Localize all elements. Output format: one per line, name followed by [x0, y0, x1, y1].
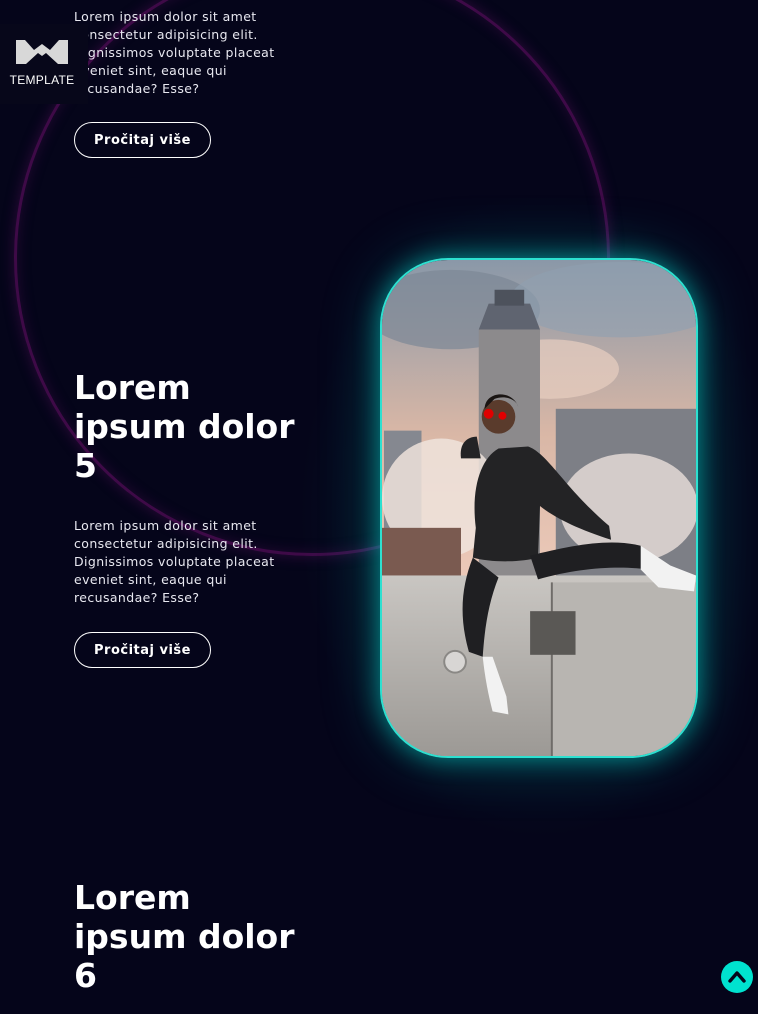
woman-sitting-on-rooftop-photo [382, 260, 696, 756]
section-photo [380, 258, 698, 758]
section-title: Lorem ipsum dolor 6 [74, 878, 295, 995]
chevron-up-icon [728, 971, 746, 983]
section-description: Lorem ipsum dolor sit amet consectetur a… [74, 9, 275, 96]
template-logo-icon [16, 40, 68, 64]
section-title: Lorem ipsum dolor 5 [74, 368, 295, 485]
section-description: Lorem ipsum dolor sit amet consectetur a… [74, 518, 275, 605]
read-more-button[interactable]: Pročitaj više [74, 122, 211, 158]
read-more-button[interactable]: Pročitaj više [74, 632, 211, 668]
logo-text: TEMPLATE [9, 73, 75, 87]
site-logo[interactable]: TEMPLATE [0, 24, 88, 104]
scroll-to-top-button[interactable] [721, 961, 753, 993]
